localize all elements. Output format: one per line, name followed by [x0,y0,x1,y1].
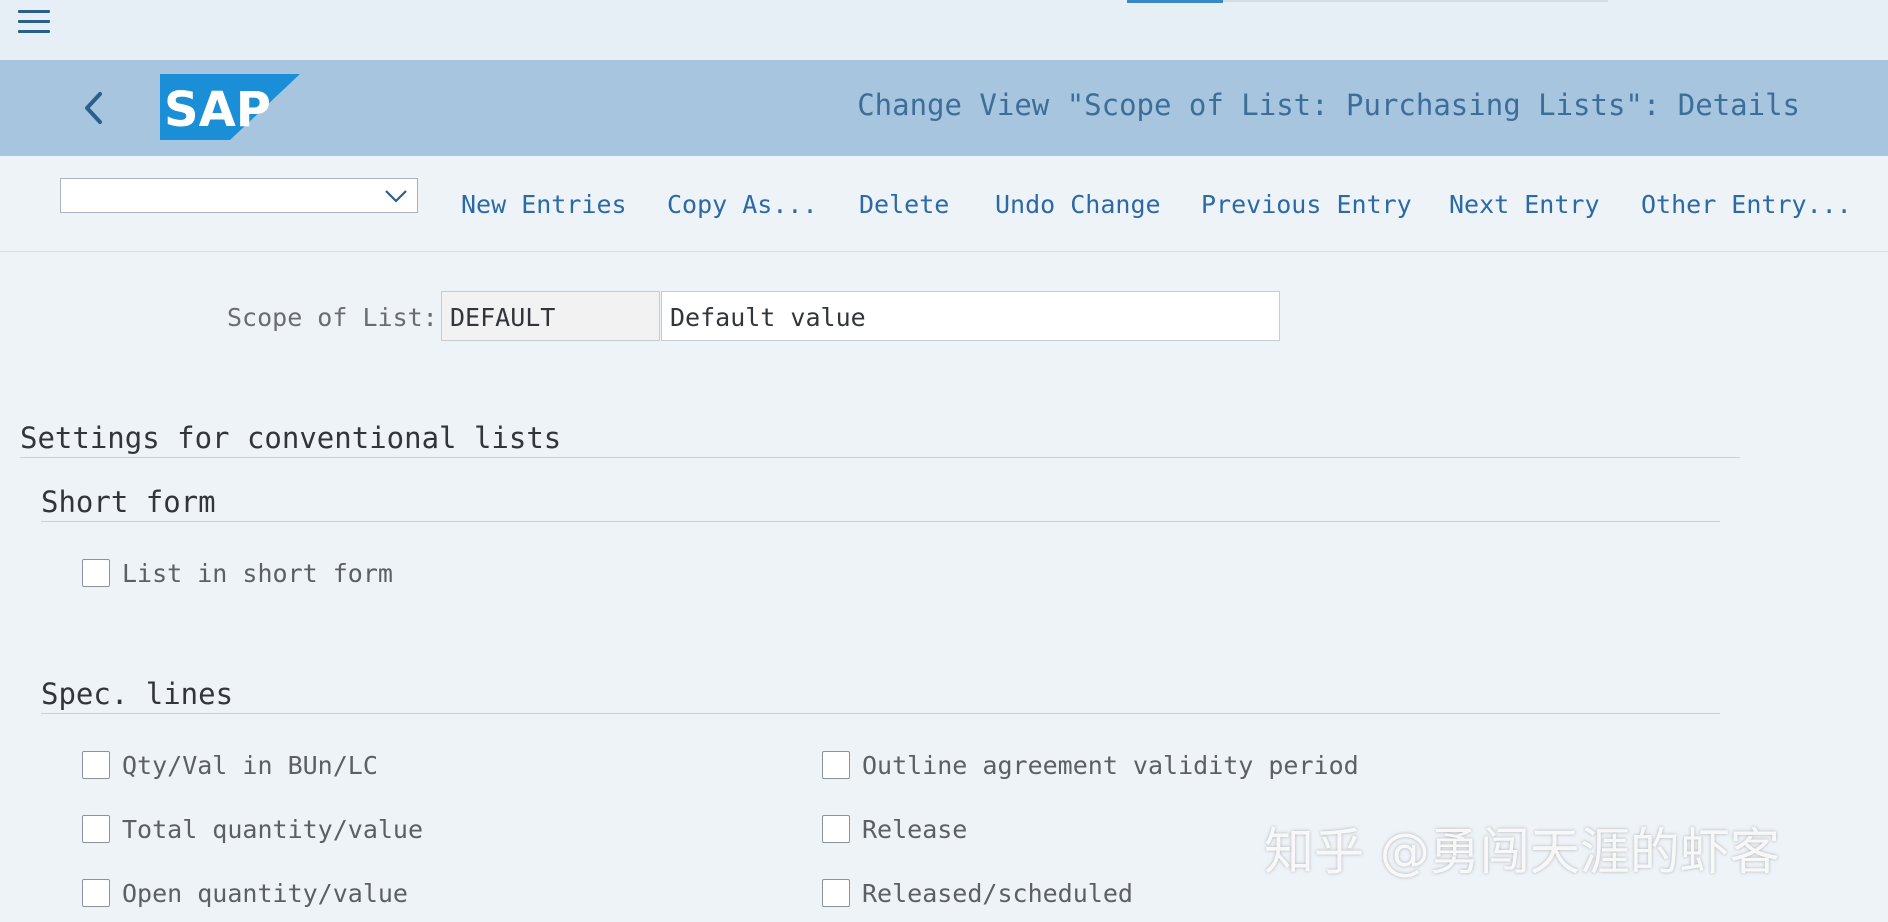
checkbox-box[interactable] [822,815,850,843]
checkbox-label: Released/scheduled [862,878,1133,908]
checkbox-released-scheduled[interactable]: Released/scheduled [822,877,1133,909]
watermark: 知乎 @勇闯天涯的虾客 [1264,823,1780,881]
checkbox-box[interactable] [82,751,110,779]
checkbox-label: Release [862,814,968,844]
checkbox-label: List in short form [122,558,393,588]
next-entry-button[interactable]: Next Entry [1449,190,1600,219]
checkbox-box[interactable] [82,879,110,907]
scope-of-list-label: Scope of List: [227,303,438,332]
section-title-conventional-lists: Settings for conventional lists [20,421,562,455]
previous-entry-button[interactable]: Previous Entry [1201,190,1412,219]
checkbox-outline-agreement-validity-period[interactable]: Outline agreement validity period [822,749,1359,781]
group-title-spec-lines: Spec. lines [41,677,234,711]
checkbox-label: Qty/Val in BUn/LC [122,750,378,780]
checkbox-label: Outline agreement validity period [862,750,1359,780]
checkbox-qty-val-in-bun-lc[interactable]: Qty/Val in BUn/LC [82,749,378,781]
group-divider-short-form [41,521,1720,522]
checkbox-box[interactable] [822,751,850,779]
section-divider [20,457,1740,458]
undo-change-button[interactable]: Undo Change [995,190,1161,219]
new-entries-button[interactable]: New Entries [461,190,627,219]
chevron-down-icon [383,185,409,207]
checkbox-box[interactable] [82,815,110,843]
scope-of-list-key-field: DEFAULT [441,291,660,341]
group-title-short-form: Short form [41,485,216,519]
group-divider-spec-lines [41,713,1720,714]
active-tab-indicator [1127,0,1223,3]
sap-logo: SAP [160,74,300,140]
back-arrow-icon[interactable] [80,88,108,128]
checkbox-box[interactable] [82,559,110,587]
page-title: Change View "Scope of List: Purchasing L… [857,88,1800,122]
checkbox-list-in-short-form[interactable]: List in short form [82,557,393,589]
copy-as-button[interactable]: Copy As... [667,190,818,219]
checkbox-release[interactable]: Release [822,813,967,845]
top-bar [0,0,1888,60]
scope-of-list-description-field[interactable]: Default value [661,291,1280,341]
delete-button[interactable]: Delete [859,190,949,219]
checkbox-label: Total quantity/value [122,814,424,844]
toolbar-dropdown[interactable] [60,178,418,213]
checkbox-box[interactable] [822,879,850,907]
hamburger-menu-icon[interactable] [18,10,50,36]
other-entry-button[interactable]: Other Entry... [1641,190,1852,219]
checkbox-open-quantity-value[interactable]: Open quantity/value [82,877,408,909]
checkbox-label: Open quantity/value [122,878,408,908]
sap-logo-text: SAP [164,82,271,138]
checkbox-total-quantity-value[interactable]: Total quantity/value [82,813,423,845]
tab-track [1223,0,1608,2]
